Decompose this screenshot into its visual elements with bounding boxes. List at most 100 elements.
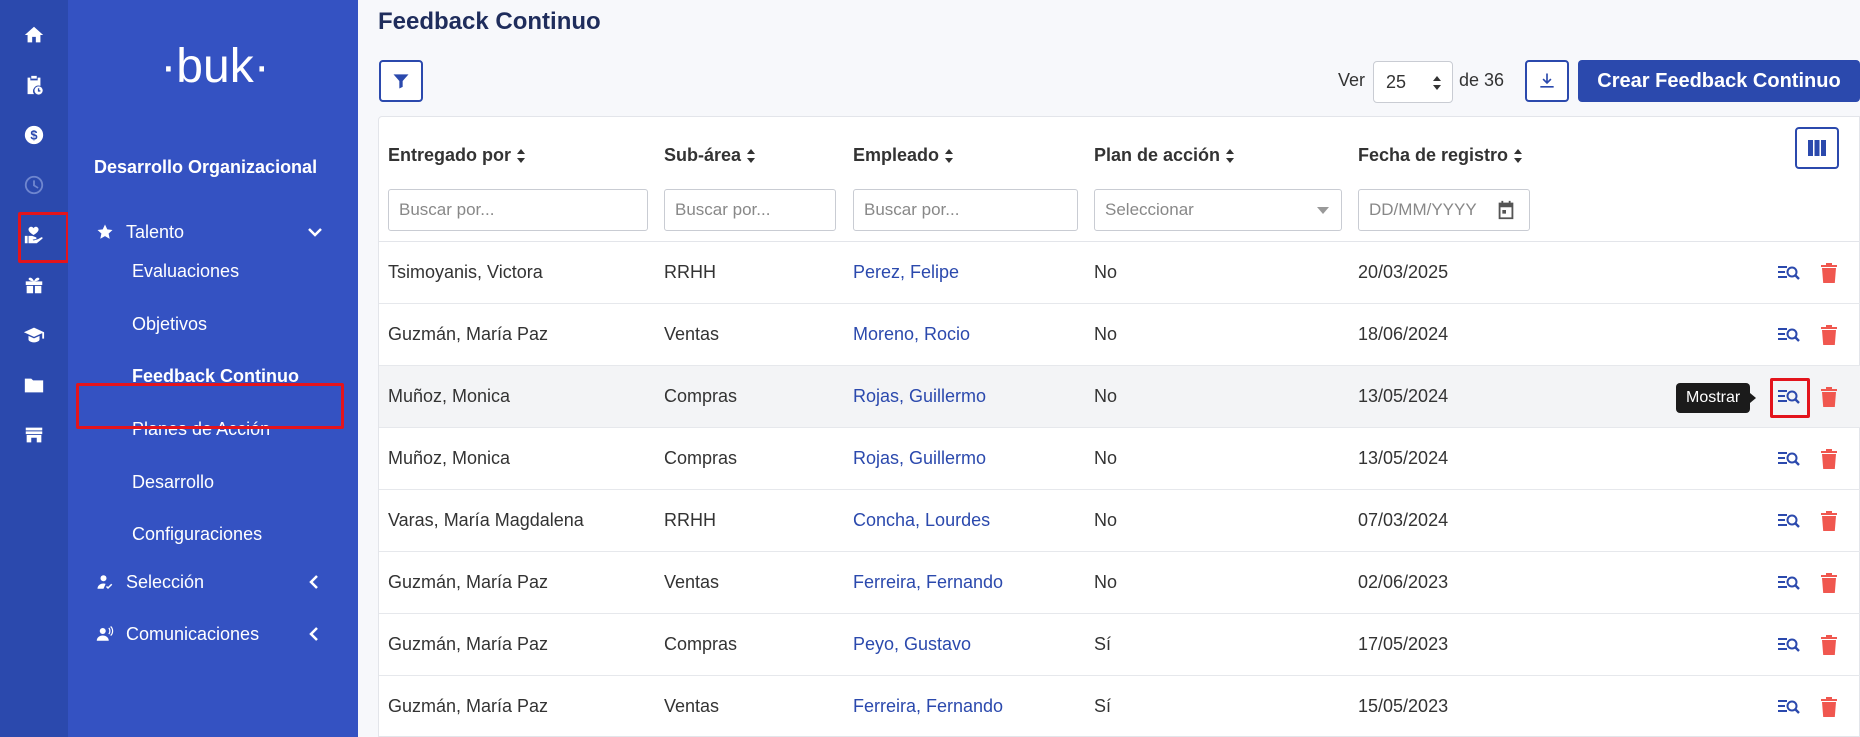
sub-item-objetivos[interactable]: Objetivos [132,314,207,335]
cell-fecha-de-registro: 20/03/2025 [1358,262,1449,282]
clock-icon[interactable] [0,160,68,210]
filter-empleado-input[interactable] [853,189,1078,231]
caret-down-icon [1317,207,1329,214]
cell-fecha-de-registro: 02/06/2023 [1358,572,1449,592]
trash-icon[interactable] [1818,446,1840,472]
sort-icon [517,148,526,163]
hand-heart-icon[interactable] [0,210,68,260]
cell-fecha-de-registro: 07/03/2024 [1358,510,1449,530]
sub-item-configuraciones[interactable]: Configuraciones [132,524,262,545]
download-button[interactable] [1525,60,1569,102]
view-details-icon[interactable] [1776,446,1802,472]
filter-sub-area-input[interactable] [664,189,836,231]
view-details-icon[interactable] [1776,508,1802,534]
cell-entregado-por: Muñoz, Monica [388,448,511,468]
cell-empleado-link[interactable]: Rojas, Guillermo [853,386,986,407]
chevron-down-icon [306,223,324,241]
dollar-icon[interactable]: $ [0,110,68,160]
page-size-value: 25 [1386,72,1407,92]
filter-plan-de-accion-select[interactable]: Seleccionar [1094,189,1342,231]
svg-text:$: $ [30,128,37,143]
column-config-button[interactable] [1795,127,1839,169]
ver-label: Ver [1338,70,1366,90]
cell-entregado-por: Tsimoyanis, Victora [388,262,543,282]
view-details-icon[interactable] [1776,384,1802,410]
menu-item-comunicaciones[interactable]: Comunicaciones [68,612,350,656]
cell-empleado-link[interactable]: Rojas, Guillermo [853,448,986,469]
main-content: Feedback Continuo Ver 25 de 36 Crear Fee… [358,0,1860,737]
cell-plan-de-accion: No [1094,324,1118,344]
page-size-select[interactable]: 25 [1373,61,1453,103]
side-menu: ·buk· Desarrollo Organizacional Talento … [68,0,420,737]
star-icon [94,221,116,243]
menu-item-label: Talento [126,221,185,242]
sub-item-desarrollo[interactable]: Desarrollo [132,472,214,493]
select-placeholder: Seleccionar [1105,200,1194,219]
cell-sub-area: RRHH [664,262,716,282]
icon-rail: $ [0,0,69,737]
calendar-icon[interactable] [1495,199,1517,221]
column-header-label: Plan de acción [1094,145,1221,165]
trash-icon[interactable] [1818,508,1840,534]
filter-fecha-input[interactable]: DD/MM/YYYY [1358,189,1530,231]
sub-item-evaluaciones[interactable]: Evaluaciones [132,261,239,282]
table-row: Guzmán, María Paz Compras Peyo, Gustavo Sí 1… [379,614,1860,676]
cell-empleado-link[interactable]: Perez, Felipe [853,262,959,283]
cell-empleado-link[interactable]: Ferreira, Fernando [853,696,1003,717]
trash-icon[interactable] [1818,384,1840,410]
sub-item-planes-de-accion[interactable]: Planes de Acción [132,419,270,440]
cell-sub-area: Ventas [664,324,720,344]
trash-icon[interactable] [1818,632,1840,658]
view-details-icon[interactable] [1776,632,1802,658]
menu-item-talento[interactable]: Talento [68,210,350,254]
cell-empleado-link[interactable]: Peyo, Gustavo [853,634,971,655]
view-details-icon[interactable] [1776,694,1802,720]
filter-entregado-por-input[interactable] [388,189,648,231]
cell-fecha-de-registro: 17/05/2023 [1358,634,1449,654]
user-voice-icon [94,623,116,645]
table-row: Varas, María Magdalena RRHH Concha, Lourde… [379,490,1860,552]
trash-icon[interactable] [1818,694,1840,720]
sub-item-feedback-continuo[interactable]: Feedback Continuo [132,366,299,387]
sort-icon [1514,148,1523,163]
cell-plan-de-accion: Sí [1094,696,1112,716]
chevron-left-icon [306,573,324,591]
column-header-fecha-de-registro[interactable]: Fecha de registro [1358,145,1523,166]
sort-arrows-icon [1433,76,1441,90]
cell-plan-de-accion: No [1094,448,1118,468]
column-header-empleado[interactable]: Empleado [853,145,954,166]
sort-icon [1226,148,1235,163]
view-details-icon[interactable] [1776,570,1802,596]
graduation-cap-icon[interactable] [0,310,68,360]
create-feedback-button[interactable]: Crear Feedback Continuo [1578,60,1860,102]
column-header-plan-de-accion[interactable]: Plan de acción [1094,145,1235,166]
view-details-icon[interactable] [1776,260,1802,286]
table-row: Guzmán, María Paz Ventas Ferreira, Fernand… [379,552,1860,614]
view-details-icon[interactable] [1776,322,1802,348]
home-icon[interactable] [0,10,68,60]
table-row: Muñoz, Monica Compras Rojas, Guillermo No 13… [379,366,1860,428]
cell-fecha-de-registro: 13/05/2024 [1358,448,1449,468]
trash-icon[interactable] [1818,570,1840,596]
column-header-sub-area[interactable]: Sub-área [664,145,756,166]
cell-sub-area: Ventas [664,572,720,592]
cell-empleado-link[interactable]: Moreno, Rocio [853,324,970,345]
cell-entregado-por: Guzmán, María Paz [388,634,549,654]
folder-icon[interactable] [0,360,68,410]
cell-empleado-link[interactable]: Concha, Lourdes [853,510,990,531]
store-icon[interactable] [0,410,68,460]
cell-sub-area: Compras [664,634,738,654]
buk-logo[interactable]: ·buk· [150,40,280,100]
trash-icon[interactable] [1818,260,1840,286]
cell-plan-de-accion: No [1094,386,1118,406]
chevron-left-icon [306,625,324,643]
clipboard-clock-icon[interactable] [0,60,68,110]
cell-fecha-de-registro: 13/05/2024 [1358,386,1449,406]
cell-empleado-link[interactable]: Ferreira, Fernando [853,572,1003,593]
trash-icon[interactable] [1818,322,1840,348]
filter-button[interactable] [379,60,423,102]
menu-item-label: Comunicaciones [126,623,260,644]
column-header-entregado-por[interactable]: Entregado por [388,145,526,166]
gift-icon[interactable] [0,260,68,310]
menu-item-seleccion[interactable]: Selección [68,560,350,604]
